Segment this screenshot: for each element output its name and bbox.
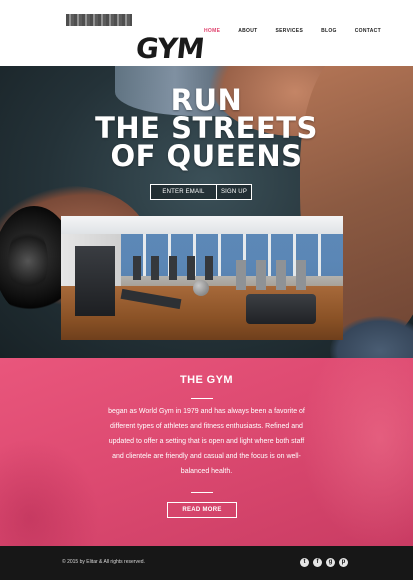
social-links: t f g p [300, 558, 348, 567]
dumbbell-plate [8, 226, 48, 296]
about-background-shadow [0, 438, 100, 546]
pinterest-icon[interactable]: p [339, 558, 348, 567]
hero-title-line-3: OF QUEENS [110, 139, 303, 173]
about-background-highlight [300, 358, 413, 546]
facebook-icon[interactable]: f [313, 558, 322, 567]
photo-bench [246, 294, 316, 324]
logo-text: GYM [134, 32, 206, 65]
page: GYM HOME ABOUT SERVICES BLOG CONTACT RUN… [0, 0, 413, 580]
about-body: began as World Gym in 1979 and has alway… [108, 408, 305, 475]
hero-title-line-1: RUN [170, 83, 243, 117]
nav-contact[interactable]: CONTACT [355, 28, 381, 34]
copyright-text: © 2015 by Elitar & All rights reserved. [62, 559, 145, 565]
email-input[interactable]: ENTER EMAIL [150, 184, 217, 200]
about-heading: THE GYM [180, 374, 233, 386]
photo-ceiling [61, 216, 343, 234]
site-header: GYM HOME ABOUT SERVICES BLOG CONTACT [0, 0, 413, 66]
about-section: THE GYM began as World Gym in 1979 and h… [0, 358, 413, 546]
photo-ellipticals [236, 260, 306, 290]
nav-home[interactable]: HOME [204, 28, 220, 34]
photo-weight-machine [75, 246, 115, 316]
photo-treadmills [133, 256, 223, 280]
heading-divider [191, 398, 213, 399]
body-divider [191, 492, 213, 493]
signup-button[interactable]: SIGN UP [217, 184, 252, 200]
google-plus-icon[interactable]: g [326, 558, 335, 567]
site-footer: © 2015 by Elitar & All rights reserved. … [0, 546, 413, 580]
hero-title-line-2: THE STREETS [95, 111, 318, 145]
read-more-button[interactable]: READ MORE [167, 502, 237, 518]
hero-title: RUN THE STREETS OF QUEENS [0, 83, 413, 173]
signup-form: ENTER EMAIL SIGN UP [150, 184, 252, 200]
twitter-icon[interactable]: t [300, 558, 309, 567]
logo[interactable]: GYM [66, 14, 205, 65]
nav-services[interactable]: SERVICES [275, 28, 303, 34]
hero-section: RUN THE STREETS OF QUEENS ENTER EMAIL SI… [0, 66, 413, 358]
nav-about[interactable]: ABOUT [238, 28, 257, 34]
main-nav: HOME ABOUT SERVICES BLOG CONTACT [204, 28, 399, 34]
nav-blog[interactable]: BLOG [321, 28, 337, 34]
photo-exercise-ball [193, 280, 209, 296]
gym-interior-photo [61, 216, 343, 340]
